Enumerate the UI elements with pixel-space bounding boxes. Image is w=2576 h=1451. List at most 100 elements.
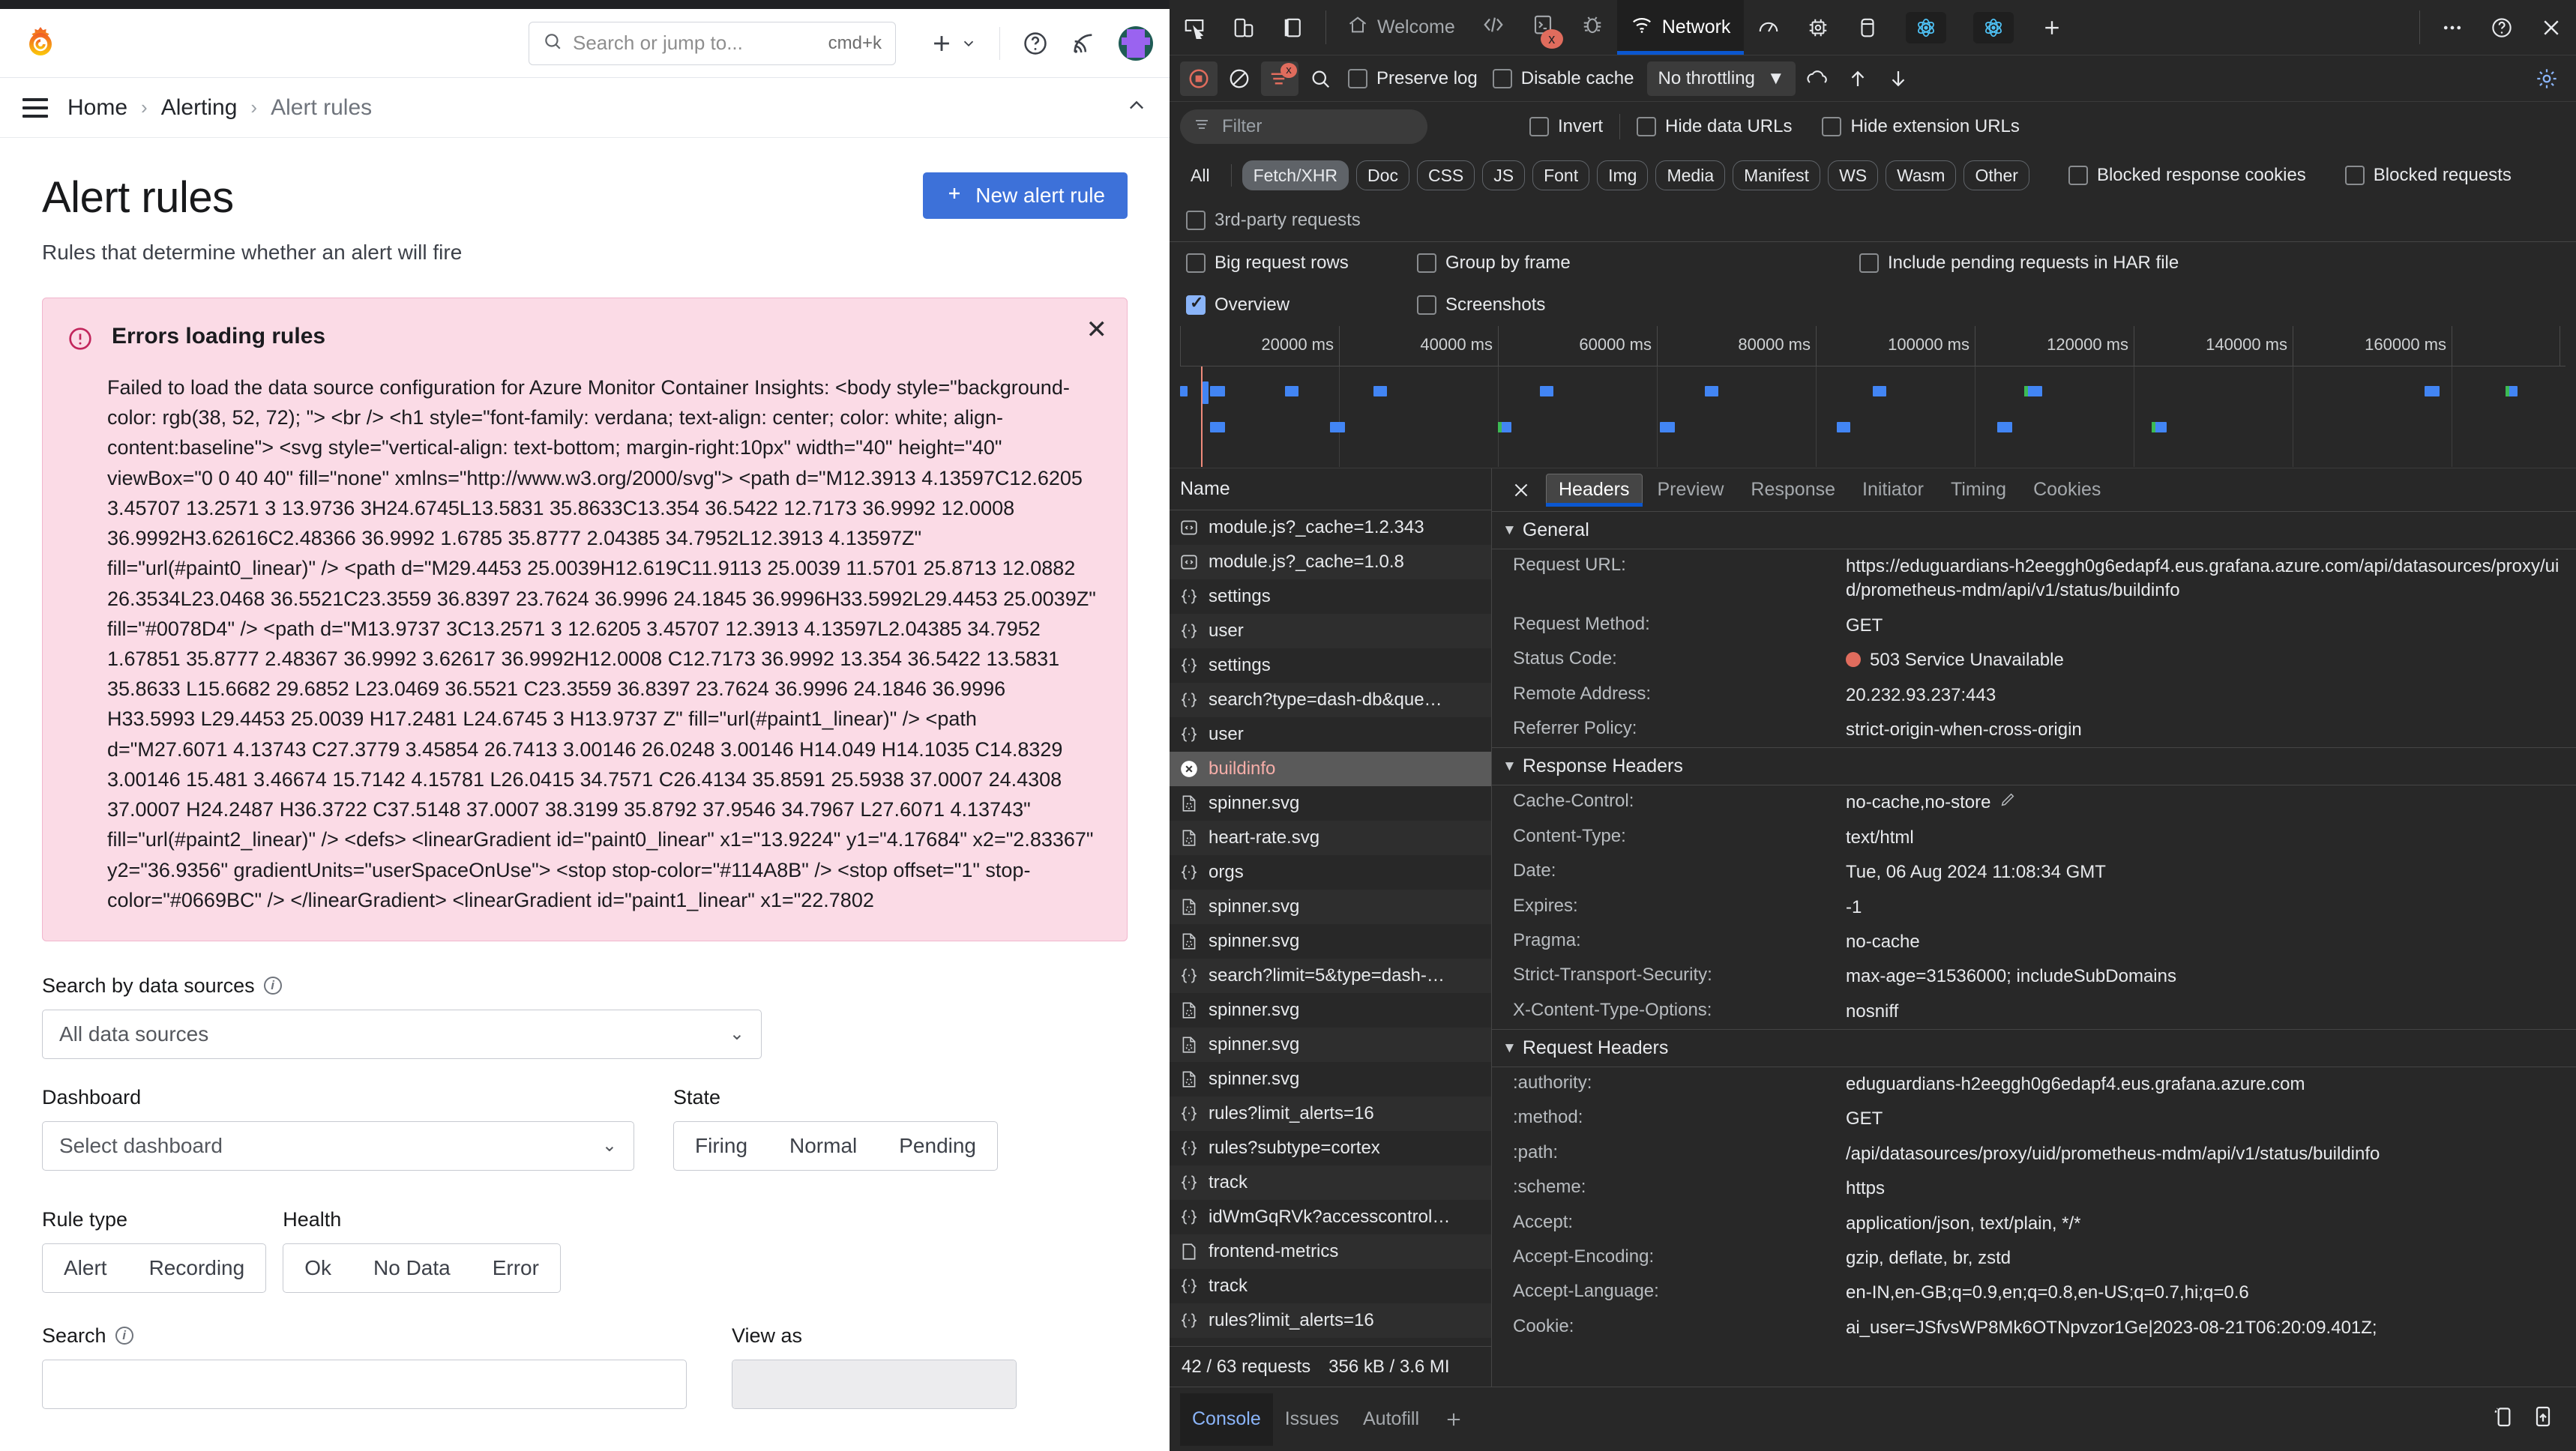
screenshots-checkbox[interactable]: Screenshots [1411, 295, 1551, 316]
record-button[interactable] [1180, 61, 1218, 96]
breadcrumb-item-alerting[interactable]: Alerting [161, 95, 238, 121]
request-row[interactable]: rules?subtype=cortex [1170, 1131, 1491, 1165]
request-row[interactable]: search?type=dash-db&que… [1170, 683, 1491, 717]
type-chip-css[interactable]: CSS [1416, 160, 1475, 190]
search-input[interactable]: Search or jump to... cmd+k [529, 21, 896, 65]
request-row[interactable]: search?limit=5&type=dash-… [1170, 959, 1491, 993]
include-pending-har-checkbox[interactable]: Include pending requests in HAR file [1853, 253, 2185, 274]
request-row[interactable]: spinner.svg [1170, 993, 1491, 1028]
type-chip-font[interactable]: Font [1532, 160, 1590, 190]
general-section-header[interactable]: ▼ General [1492, 512, 2576, 549]
request-row[interactable]: user [1170, 614, 1491, 648]
download-icon[interactable] [1880, 61, 1917, 96]
state-option-normal[interactable]: Normal [768, 1122, 878, 1170]
request-list-header[interactable]: Name [1170, 468, 1491, 510]
tab-elements[interactable] [1469, 0, 1518, 55]
disable-cache-checkbox[interactable]: Disable cache [1487, 68, 1640, 89]
chevron-up-icon[interactable] [1126, 95, 1147, 120]
throttling-select[interactable]: No throttling ▼ [1647, 61, 1796, 96]
search-button[interactable] [1301, 61, 1339, 96]
group-by-frame-checkbox[interactable]: Group by frame [1411, 253, 1853, 274]
performance-icon[interactable] [1744, 0, 1793, 55]
third-party-requests-checkbox[interactable]: 3rd-party requests [1180, 210, 1367, 231]
request-row[interactable]: idWmGqRVk?accesscontrol… [1170, 1200, 1491, 1234]
inspect-element-icon[interactable] [1170, 0, 1219, 55]
request-row[interactable]: track [1170, 1269, 1491, 1303]
preserve-log-checkbox[interactable]: Preserve log [1342, 68, 1484, 89]
close-detail-icon[interactable] [1499, 474, 1543, 507]
tab-cookies[interactable]: Cookies [2021, 474, 2113, 507]
type-chip-all[interactable]: All [1180, 160, 1221, 190]
device-screenshot-icon[interactable] [2531, 1405, 2555, 1434]
request-row[interactable]: rules?limit_alerts=16 [1170, 1096, 1491, 1131]
info-icon[interactable]: i [263, 977, 282, 995]
drawer-add-tab-icon[interactable] [1431, 1393, 1476, 1446]
edit-pencil-icon[interactable] [1999, 792, 2016, 812]
overview-checkbox[interactable]: Overview [1180, 293, 1411, 316]
request-row[interactable]: module.js?_cache=1.2.343 [1170, 510, 1491, 545]
request-row[interactable]: spinner.svg [1170, 1062, 1491, 1096]
type-chip-ws[interactable]: WS [1828, 160, 1879, 190]
type-chip-manifest[interactable]: Manifest [1733, 160, 1821, 190]
more-tabs-icon[interactable] [2027, 0, 2077, 55]
react-components-icon[interactable] [1892, 0, 1960, 55]
type-chip-media[interactable]: Media [1655, 160, 1726, 190]
tab-console[interactable]: x [1518, 0, 1568, 55]
type-chip-js[interactable]: JS [1482, 160, 1526, 190]
dock-side-icon[interactable] [1269, 0, 1318, 55]
more-options-icon[interactable] [2428, 0, 2477, 55]
tab-timing[interactable]: Timing [1939, 474, 2018, 507]
request-row[interactable]: spinner.svg [1170, 1028, 1491, 1062]
memory-icon[interactable] [1793, 0, 1843, 55]
big-request-rows-checkbox[interactable]: Big request rows [1180, 253, 1411, 274]
type-chip-doc[interactable]: Doc [1356, 160, 1409, 190]
request-rows[interactable]: module.js?_cache=1.2.343 module.js?_cache… [1170, 510, 1491, 1346]
request-row[interactable]: frontend-metrics [1170, 1234, 1491, 1269]
response-headers-section-header[interactable]: ▼ Response Headers [1492, 747, 2576, 786]
health-option-ok[interactable]: Ok [283, 1244, 352, 1292]
rule-type-option-alert[interactable]: Alert [43, 1244, 128, 1292]
gear-icon[interactable] [2528, 61, 2566, 96]
state-option-firing[interactable]: Firing [674, 1122, 768, 1170]
request-row[interactable]: track [1170, 1165, 1491, 1200]
drawer-tab-console[interactable]: Console [1180, 1393, 1273, 1446]
type-chip-img[interactable]: Img [1597, 160, 1649, 190]
request-row[interactable]: spinner.svg [1170, 786, 1491, 821]
health-radio-group[interactable]: Ok No Data Error [283, 1243, 561, 1293]
rule-type-option-recording[interactable]: Recording [128, 1244, 266, 1292]
dashboard-select[interactable]: Select dashboard ⌄ [42, 1120, 634, 1171]
device-toolbar-icon[interactable] [1219, 0, 1269, 55]
tab-preview[interactable]: Preview [1646, 474, 1736, 507]
record-screen-icon[interactable] [2491, 1405, 2515, 1434]
blocked-response-cookies-checkbox[interactable]: Blocked response cookies [2062, 165, 2312, 186]
request-row[interactable]: spinner.svg [1170, 924, 1491, 959]
view-as-option[interactable] [732, 1360, 1016, 1408]
request-row[interactable]: module.js?_cache=1.0.8 [1170, 545, 1491, 579]
type-chip-wasm[interactable]: Wasm [1886, 160, 1957, 190]
drawer-tab-issues[interactable]: Issues [1273, 1393, 1351, 1446]
state-radio-group[interactable]: Firing Normal Pending [673, 1120, 999, 1171]
request-headers-section-header[interactable]: ▼ Request Headers [1492, 1029, 2576, 1068]
new-alert-rule-button[interactable]: New alert rule [923, 172, 1128, 219]
tab-network[interactable]: Network [1616, 0, 1745, 55]
state-option-pending[interactable]: Pending [878, 1122, 997, 1170]
add-menu-button[interactable] [929, 31, 977, 56]
request-row[interactable]: settings [1170, 579, 1491, 614]
health-option-no-data[interactable]: No Data [352, 1244, 472, 1292]
filter-toggle-button[interactable]: x [1261, 61, 1298, 96]
request-row[interactable]: orgs [1170, 855, 1491, 890]
hide-extension-urls-checkbox[interactable]: Hide extension URLs [1816, 116, 2025, 137]
view-as-radio-group[interactable] [732, 1359, 1017, 1409]
invert-checkbox[interactable]: Invert [1523, 116, 1609, 137]
help-icon[interactable] [1023, 31, 1048, 56]
grafana-logo-icon[interactable] [22, 25, 58, 61]
tab-welcome[interactable]: Welcome [1334, 0, 1469, 55]
tab-headers[interactable]: Headers [1546, 473, 1643, 507]
request-row[interactable]: settings [1170, 648, 1491, 683]
hide-data-urls-checkbox[interactable]: Hide data URLs [1631, 116, 1798, 137]
type-chip-fetch-xhr[interactable]: Fetch/XHR [1242, 160, 1349, 190]
network-overview-timeline[interactable]: 20000 ms 40000 ms 60000 ms 80000 ms 1000… [1170, 326, 2576, 468]
menu-toggle-icon[interactable] [22, 97, 48, 118]
health-option-error[interactable]: Error [472, 1244, 560, 1292]
react-profiler-icon[interactable] [1960, 0, 2027, 55]
